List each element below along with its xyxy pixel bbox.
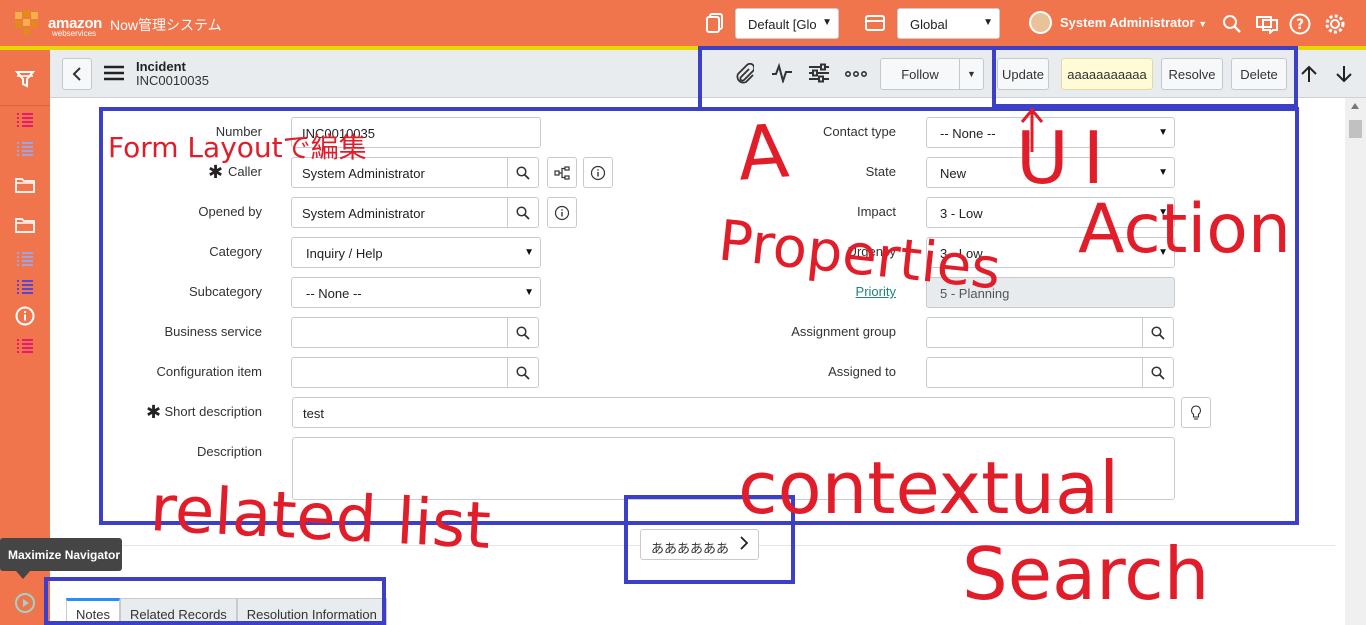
maximize-navigator-icon[interactable] <box>12 591 38 615</box>
info-icon[interactable] <box>12 304 38 328</box>
top-header-bar: amazon webservices Now管理システム Default [Gl… <box>0 0 1366 46</box>
chevron-down-icon: ▼ <box>822 17 832 28</box>
list-icon[interactable] <box>12 275 38 299</box>
annotation-action-text: Action <box>1078 190 1291 269</box>
next-record-arrow-down-icon[interactable] <box>1334 64 1354 84</box>
settings-gear-icon[interactable] <box>1323 12 1347 36</box>
user-avatar[interactable] <box>1029 11 1052 34</box>
list-icon[interactable] <box>12 247 38 271</box>
chevron-left-icon <box>72 67 81 81</box>
app-title: Now管理システム <box>110 17 222 33</box>
connect-chat-icon[interactable] <box>1254 12 1280 36</box>
update-set-select[interactable]: Default [Glo ▼ <box>735 8 839 39</box>
aws-cube-icon <box>15 10 38 35</box>
scrollbar-thumb[interactable] <box>1349 120 1362 138</box>
vertical-scrollbar[interactable] <box>1345 98 1366 625</box>
annotation-contextual-text: contextual <box>738 446 1120 530</box>
folder-icon[interactable] <box>12 173 38 197</box>
form-table-name: Incident <box>136 59 186 74</box>
scroll-up-arrow-icon[interactable] <box>1351 103 1359 109</box>
aws-logo[interactable]: amazon webservices <box>12 8 102 42</box>
user-name: System Administrator <box>1060 15 1195 30</box>
list-icon[interactable] <box>12 334 38 358</box>
annotation-box-related-list <box>44 577 386 625</box>
update-set-icon[interactable] <box>704 12 726 34</box>
caret-down-icon: ▼ <box>1198 19 1208 29</box>
annotation-ui-text: UI <box>1016 116 1118 200</box>
tooltip-pointer <box>16 571 30 579</box>
update-set-value: Default [Glo <box>748 17 817 32</box>
annotation-form-layout-text: Form Layoutで編集 <box>108 131 367 164</box>
form-record-number: INC0010035 <box>136 73 209 88</box>
scope-select[interactable]: Global ▼ <box>897 8 1000 39</box>
annotation-box-ui-action <box>992 46 1298 108</box>
back-button[interactable] <box>62 58 92 90</box>
annotation-a-text: A <box>735 108 792 198</box>
context-menu-hamburger-icon[interactable] <box>104 65 126 83</box>
svg-text:?: ? <box>1296 17 1304 33</box>
annotation-related-list-text: related list <box>148 472 493 564</box>
annotation-box-a <box>698 46 996 111</box>
list-icon[interactable] <box>12 108 38 132</box>
previous-record-arrow-up-icon[interactable] <box>1299 64 1319 84</box>
search-icon[interactable] <box>1220 12 1244 36</box>
help-icon[interactable]: ? <box>1288 12 1312 36</box>
list-icon[interactable] <box>12 137 38 161</box>
user-menu[interactable]: System Administrator ▼ <box>1060 15 1207 30</box>
filter-navigator-icon[interactable] <box>12 67 38 91</box>
nav-divider <box>0 105 50 106</box>
maximize-navigator-tooltip: Maximize Navigator <box>0 538 122 571</box>
scope-value: Global <box>910 17 948 32</box>
folder-icon[interactable] <box>12 213 38 237</box>
chevron-down-icon: ▼ <box>983 17 993 28</box>
logo-subtitle: webservices <box>52 29 97 38</box>
application-scope-icon[interactable] <box>864 12 886 34</box>
annotation-search-text: Search <box>962 532 1210 616</box>
